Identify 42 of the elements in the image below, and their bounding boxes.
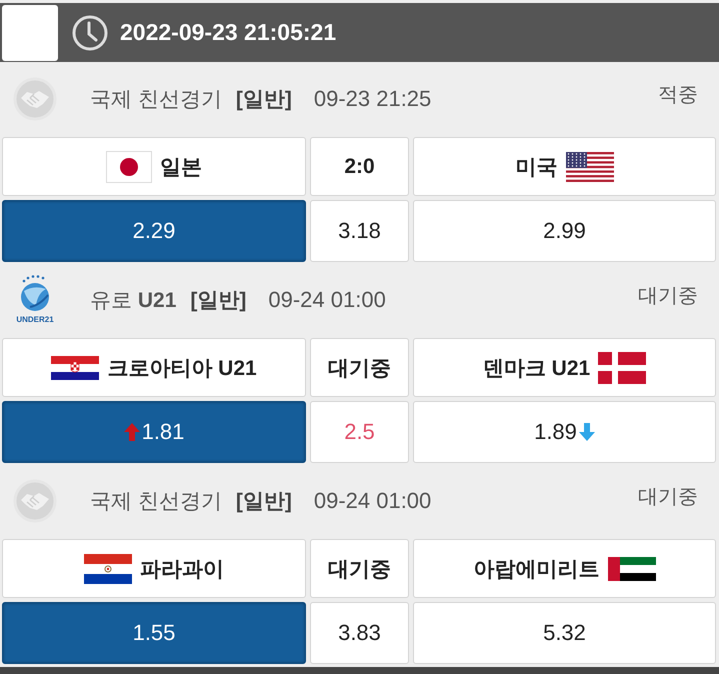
team-name: 덴마크 U21 (482, 356, 590, 382)
handshake-icon (13, 478, 57, 522)
flag-icon (106, 150, 152, 182)
team-name: 파라과이 (140, 556, 224, 582)
flag-icon (51, 356, 100, 380)
odds-button[interactable]: 2.99 (413, 200, 716, 262)
current-time: 2022-09-23 21:05:21 (120, 19, 336, 46)
category-label: [일반] (190, 288, 246, 314)
odds-button[interactable]: 1.89 (413, 401, 716, 463)
league-name: 유로 U21 (90, 288, 176, 314)
match-status: 대기중 (638, 284, 698, 309)
start-time: 09-23 21:25 (314, 86, 432, 112)
score-cell: 대기중 (310, 338, 409, 397)
category-label: [일반] (236, 86, 292, 112)
odds-button[interactable]: 1.81 (2, 401, 306, 463)
league-name: 국제 친선경기 (90, 86, 222, 112)
odds-button[interactable]: 1.55 (2, 602, 306, 664)
category-label: [일반] (236, 488, 292, 514)
score-cell: 2:0 (310, 137, 409, 196)
odds-button[interactable]: 3.18 (310, 200, 409, 262)
logo-caption: UNDER21 (16, 315, 54, 324)
score-cell: 대기중 (310, 539, 409, 598)
odds-button[interactable]: 3.83 (310, 602, 409, 664)
flag-icon (608, 556, 656, 580)
handshake-icon (13, 76, 57, 120)
blank-tile (2, 4, 58, 60)
league-name: 국제 친선경기 (90, 488, 222, 514)
flag-icon (566, 152, 614, 182)
flag-icon (598, 352, 646, 384)
start-time: 09-24 01:00 (268, 286, 386, 312)
team-name: 일본 (160, 154, 202, 180)
odds-button[interactable]: 2.5 (310, 401, 409, 463)
team-name: 미국 (516, 154, 558, 180)
clock-icon (72, 14, 108, 50)
match-status: 대기중 (638, 485, 698, 510)
flag-icon (84, 554, 132, 584)
start-time: 09-24 01:00 (314, 488, 432, 514)
match-status: 적중 (658, 83, 698, 108)
odds-button[interactable]: 2.29 (2, 200, 306, 262)
odds-button[interactable]: 5.32 (413, 602, 716, 664)
team-name: 크로아티아 U21 (107, 356, 257, 382)
team-name: 아랍에미리트 (474, 556, 600, 582)
